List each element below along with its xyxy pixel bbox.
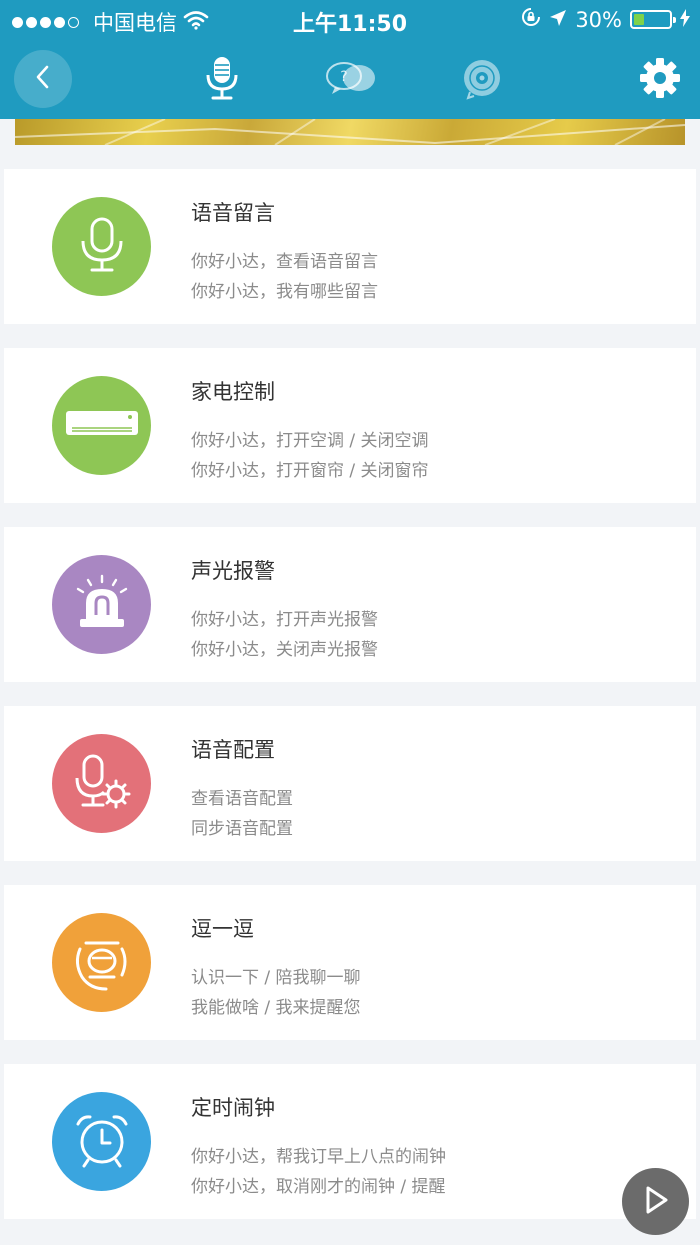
card-example-1: 你好小达，打开空调 / 关闭空调	[191, 431, 429, 451]
tab-voice[interactable]	[196, 54, 248, 106]
gear-icon	[638, 56, 682, 104]
microphone-icon	[202, 55, 242, 105]
card-icon-circle	[52, 1092, 151, 1191]
rotation-lock-icon	[521, 7, 541, 32]
card-example-1: 你好小达，打开声光报警	[191, 610, 378, 630]
floating-play-button[interactable]	[622, 1168, 689, 1235]
microphone-icon	[77, 215, 127, 279]
card-example-1: 认识一下 / 陪我聊一聊	[191, 968, 361, 988]
card-icon-circle	[52, 913, 151, 1012]
charging-bolt-icon	[680, 8, 690, 32]
svg-text:?: ?	[340, 69, 347, 85]
card-title: 语音留言	[191, 201, 275, 225]
command-card-alarm-clock[interactable]: 定时闹钟 你好小达，帮我订早上八点的闹钟 你好小达，取消刚才的闹钟 / 提醒	[4, 1064, 696, 1219]
command-card-appliance-control[interactable]: 家电控制 你好小达，打开空调 / 关闭空调 你好小达，打开窗帘 / 关闭窗帘	[4, 348, 696, 503]
microphone-gear-icon	[72, 752, 132, 816]
music-disc-icon	[460, 56, 504, 104]
card-icon-circle	[52, 555, 151, 654]
card-example-1: 你好小达，查看语音留言	[191, 252, 378, 272]
card-example-2: 你好小达，取消刚才的闹钟 / 提醒	[191, 1177, 446, 1197]
battery-percent: 30%	[575, 7, 622, 32]
card-example-2: 你好小达，打开窗帘 / 关闭窗帘	[191, 461, 429, 481]
card-title: 语音配置	[191, 738, 275, 762]
command-card-sound-light-alarm[interactable]: 声光报警 你好小达，打开声光报警 你好小达，关闭声光报警	[4, 527, 696, 682]
card-title: 家电控制	[191, 380, 275, 404]
play-icon	[642, 1185, 670, 1219]
command-card-voice-config[interactable]: 语音配置 查看语音配置 同步语音配置	[4, 706, 696, 861]
tab-qa[interactable]: ?	[324, 54, 378, 106]
status-bar: 中国电信 上午11:50 30%	[0, 0, 700, 40]
card-example-1: 查看语音配置	[191, 789, 293, 809]
alarm-light-icon	[72, 573, 132, 637]
card-example-2: 我能做啥 / 我来提醒您	[191, 998, 361, 1018]
status-right: 30%	[521, 7, 690, 32]
air-conditioner-icon	[64, 409, 140, 443]
battery-level	[634, 14, 645, 25]
question-chat-icon: ?	[325, 60, 377, 100]
card-example-2: 你好小达，关闭声光报警	[191, 640, 378, 660]
command-card-chat-fun[interactable]: 逗一逗 认识一下 / 陪我聊一聊 我能做啥 / 我来提醒您	[4, 885, 696, 1040]
robot-face-icon	[70, 929, 134, 997]
card-icon-circle	[52, 734, 151, 833]
settings-button[interactable]	[634, 54, 686, 106]
card-title: 逗一逗	[191, 917, 254, 941]
location-icon	[549, 8, 567, 32]
battery-icon	[630, 10, 676, 29]
card-example-2: 你好小达，我有哪些留言	[191, 282, 378, 302]
chevron-left-icon	[33, 64, 53, 94]
card-title: 声光报警	[191, 559, 275, 583]
command-card-voice-message[interactable]: 语音留言 你好小达，查看语音留言 你好小达，我有哪些留言	[4, 169, 696, 324]
card-icon-circle	[52, 376, 151, 475]
nav-bar: ?	[0, 40, 700, 119]
tab-music[interactable]	[456, 54, 508, 106]
card-title: 定时闹钟	[191, 1096, 275, 1120]
alarm-clock-icon	[72, 1110, 132, 1174]
card-icon-circle	[52, 197, 151, 296]
card-example-1: 你好小达，帮我订早上八点的闹钟	[191, 1147, 446, 1167]
card-example-2: 同步语音配置	[191, 819, 293, 839]
banner-image	[15, 119, 685, 145]
back-button[interactable]	[14, 50, 72, 108]
command-list: 语音留言 你好小达，查看语音留言 你好小达，我有哪些留言 家电控制 你好小达，打…	[4, 169, 696, 1243]
